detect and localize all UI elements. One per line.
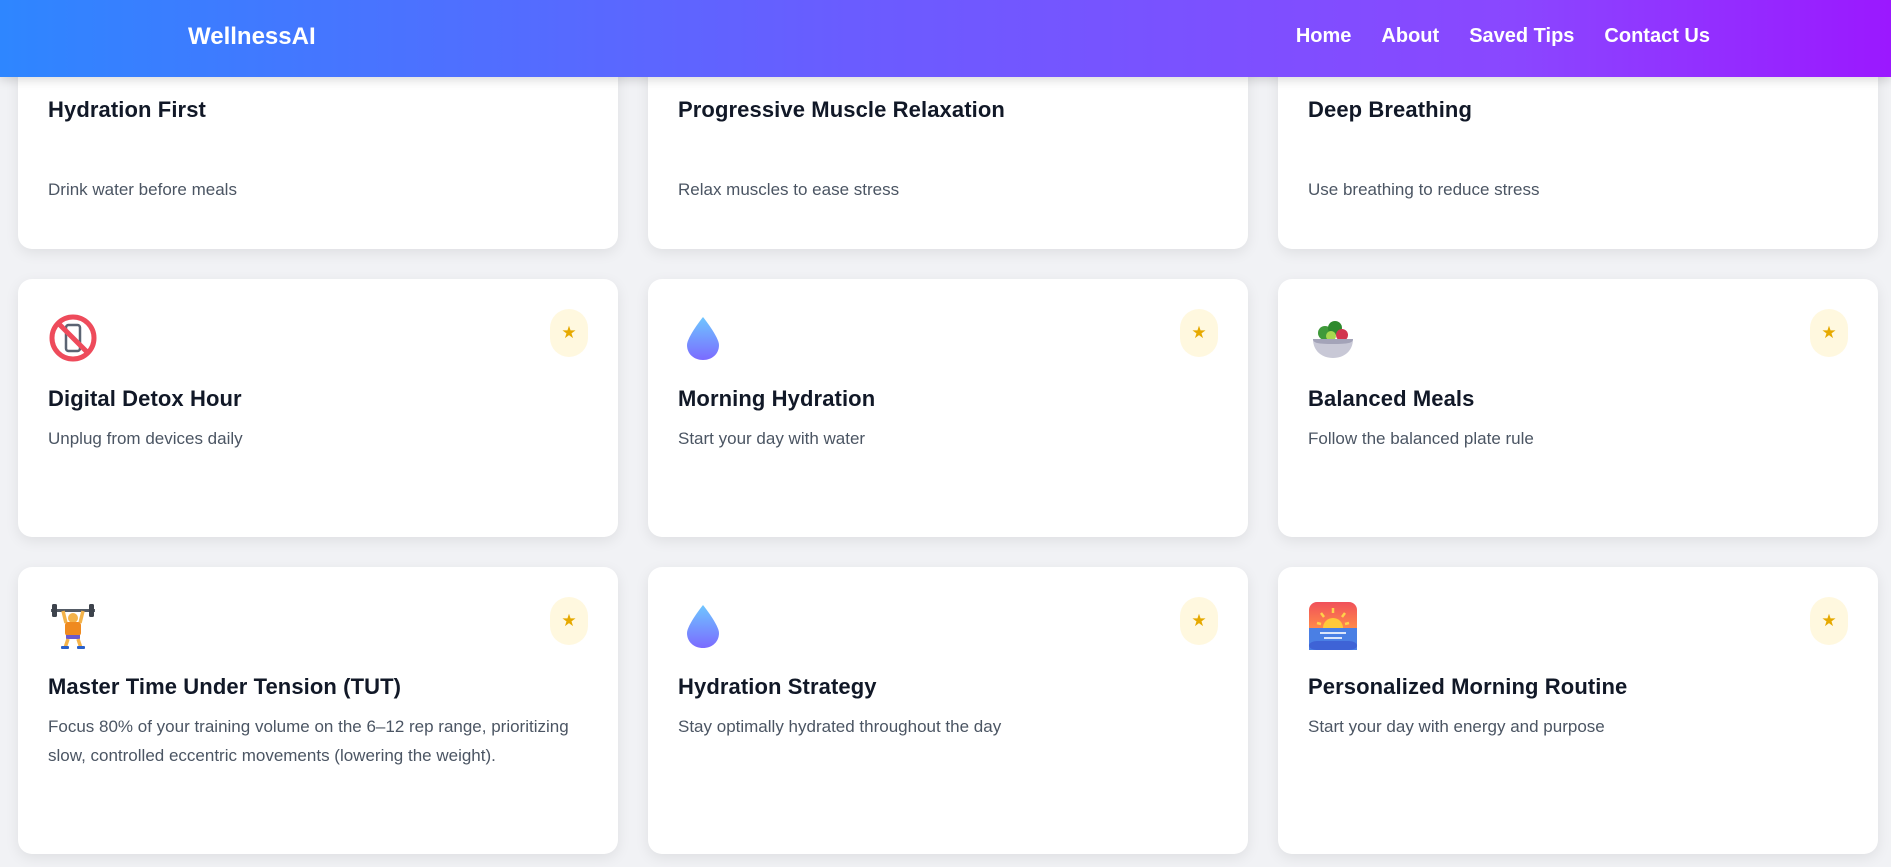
tip-card[interactable]: ★ Master Time Under Tension (TUT) Focus …: [18, 567, 618, 854]
tip-title: Hydration First: [48, 97, 206, 122]
tip-description: Start your day with water: [678, 429, 866, 448]
tip-card[interactable]: ★ Hydration Strategy Stay optimally hydr…: [648, 567, 1248, 854]
nav-links: Home About Saved Tips Contact Us: [1296, 25, 1710, 48]
tip-title: Master Time Under Tension (TUT): [48, 674, 402, 699]
tip-title: Deep Breathing: [1308, 97, 1472, 122]
brand-logo[interactable]: WellnessAI: [188, 23, 316, 51]
salad-bowl-icon: [1308, 313, 1358, 363]
tip-card[interactable]: ★ Balanced Meals Follow the balanced pla…: [1278, 279, 1878, 537]
weightlifter-icon: [48, 601, 98, 651]
tip-card[interactable]: ★ Personalized Morning Routine Start you…: [1278, 567, 1878, 854]
tip-title: Morning Hydration: [678, 386, 876, 411]
star-save-button[interactable]: ★: [1180, 309, 1218, 357]
tip-description: Use breathing to reduce stress: [1308, 180, 1540, 199]
tip-description: Follow the balanced plate rule: [1308, 429, 1534, 448]
tip-title: Progressive Muscle Relaxation: [678, 97, 1005, 122]
star-save-button[interactable]: ★: [1810, 597, 1848, 645]
tip-title: Personalized Morning Routine: [1308, 674, 1628, 699]
tip-card[interactable]: ★ Digital Detox Hour Unplug from devices…: [18, 279, 618, 537]
nav-link-home[interactable]: Home: [1296, 25, 1352, 48]
tip-title: Digital Detox Hour: [48, 386, 242, 411]
star-save-button[interactable]: ★: [1180, 597, 1218, 645]
water-drop-icon: [678, 313, 728, 363]
tip-description: Unplug from devices daily: [48, 429, 243, 448]
top-navbar: WellnessAI Home About Saved Tips Contact…: [0, 0, 1891, 77]
nav-link-contact-us[interactable]: Contact Us: [1604, 25, 1710, 48]
nav-link-about[interactable]: About: [1381, 25, 1439, 48]
nav-link-saved-tips[interactable]: Saved Tips: [1469, 25, 1574, 48]
tip-description: Focus 80% of your training volume on the…: [48, 717, 569, 765]
tip-description: Start your day with energy and purpose: [1308, 717, 1605, 736]
tip-card[interactable]: ★ Morning Hydration Start your day with …: [648, 279, 1248, 537]
star-save-button[interactable]: ★: [1810, 309, 1848, 357]
sunrise-icon: [1308, 601, 1358, 651]
tip-description: Relax muscles to ease stress: [678, 180, 900, 199]
tip-description: Stay optimally hydrated throughout the d…: [678, 717, 1002, 736]
star-save-button[interactable]: ★: [550, 309, 588, 357]
star-save-button[interactable]: ★: [550, 597, 588, 645]
tip-title: Hydration Strategy: [678, 674, 877, 699]
tip-description: Drink water before meals: [48, 180, 237, 199]
water-drop-icon: [678, 601, 728, 651]
tip-title: Balanced Meals: [1308, 386, 1475, 411]
no-phone-icon: [48, 313, 98, 363]
